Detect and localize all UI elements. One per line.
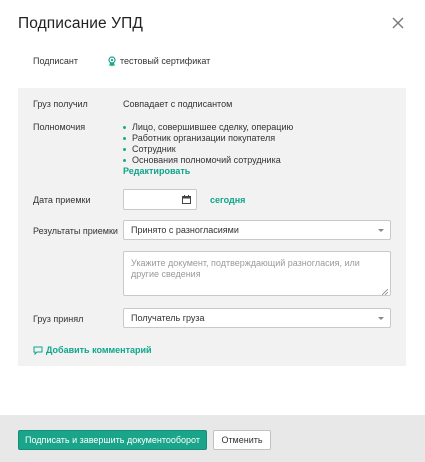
cargo-accepted-row: Груз принял — [33, 314, 123, 325]
add-comment-label: Добавить комментарий — [46, 345, 152, 355]
certificate-icon — [107, 55, 117, 67]
edit-authority-link[interactable]: Редактировать — [123, 166, 293, 177]
signer-row: Подписант тестовый сертификат — [33, 54, 210, 68]
list-item: Работник организации покупателя — [123, 133, 293, 144]
comment-icon — [33, 346, 43, 355]
resize-handle-icon[interactable] — [381, 287, 389, 296]
add-comment-link[interactable]: Добавить комментарий — [33, 345, 152, 355]
sign-and-complete-button[interactable]: Подписать и завершить документооборот — [18, 430, 207, 450]
cargo-received-label: Груз получил — [33, 99, 88, 109]
authority-label: Полномочия — [33, 122, 86, 132]
chevron-down-icon — [378, 229, 384, 232]
close-icon[interactable] — [390, 15, 406, 31]
cargo-received-row: Груз получил Совпадает с подписантом — [33, 99, 232, 110]
receipt-results-selected: Принято с разногласиями — [131, 225, 239, 235]
today-link[interactable]: сегодня — [210, 195, 245, 205]
discrepancy-comment-placeholder: Укажите документ, подтверждающий разногл… — [131, 258, 360, 279]
list-item: Лицо, совершившее сделку, операцию — [123, 122, 293, 133]
signer-value: тестовый сертификат — [107, 55, 211, 67]
authority-list: Лицо, совершившее сделку, операцию Работ… — [123, 122, 293, 166]
list-item: Основания полномочий сотрудника — [123, 155, 293, 166]
receipt-date-row: Дата приемки — [33, 195, 123, 206]
receipt-date-label: Дата приемки — [33, 195, 91, 205]
list-item: Сотрудник — [123, 144, 293, 155]
chevron-down-icon — [378, 317, 384, 320]
receipt-results-label: Результаты приемки — [33, 226, 118, 236]
calendar-icon[interactable] — [182, 195, 191, 204]
signer-label: Подписант — [33, 56, 79, 66]
cargo-accepted-label: Груз принял — [33, 314, 84, 324]
dialog-title: Подписание УПД — [18, 15, 143, 32]
authority-row: Полномочия Лицо, совершившее сделку, опе… — [33, 122, 293, 177]
discrepancy-comment-textarea[interactable]: Укажите документ, подтверждающий разногл… — [123, 251, 391, 296]
cancel-button[interactable]: Отменить — [213, 430, 271, 450]
receipt-results-row: Результаты приемки — [33, 226, 123, 237]
receipt-results-select[interactable]: Принято с разногласиями — [123, 220, 391, 240]
cargo-accepted-selected: Получатель груза — [131, 313, 205, 323]
signer-certificate-name: тестовый сертификат — [120, 56, 211, 66]
receipt-date-input[interactable] — [123, 189, 197, 210]
cargo-accepted-select[interactable]: Получатель груза — [123, 308, 391, 328]
sign-upd-dialog: Подписание УПД Подписант тестовый сертиф… — [0, 0, 425, 462]
cargo-received-value: Совпадает с подписантом — [123, 99, 233, 109]
